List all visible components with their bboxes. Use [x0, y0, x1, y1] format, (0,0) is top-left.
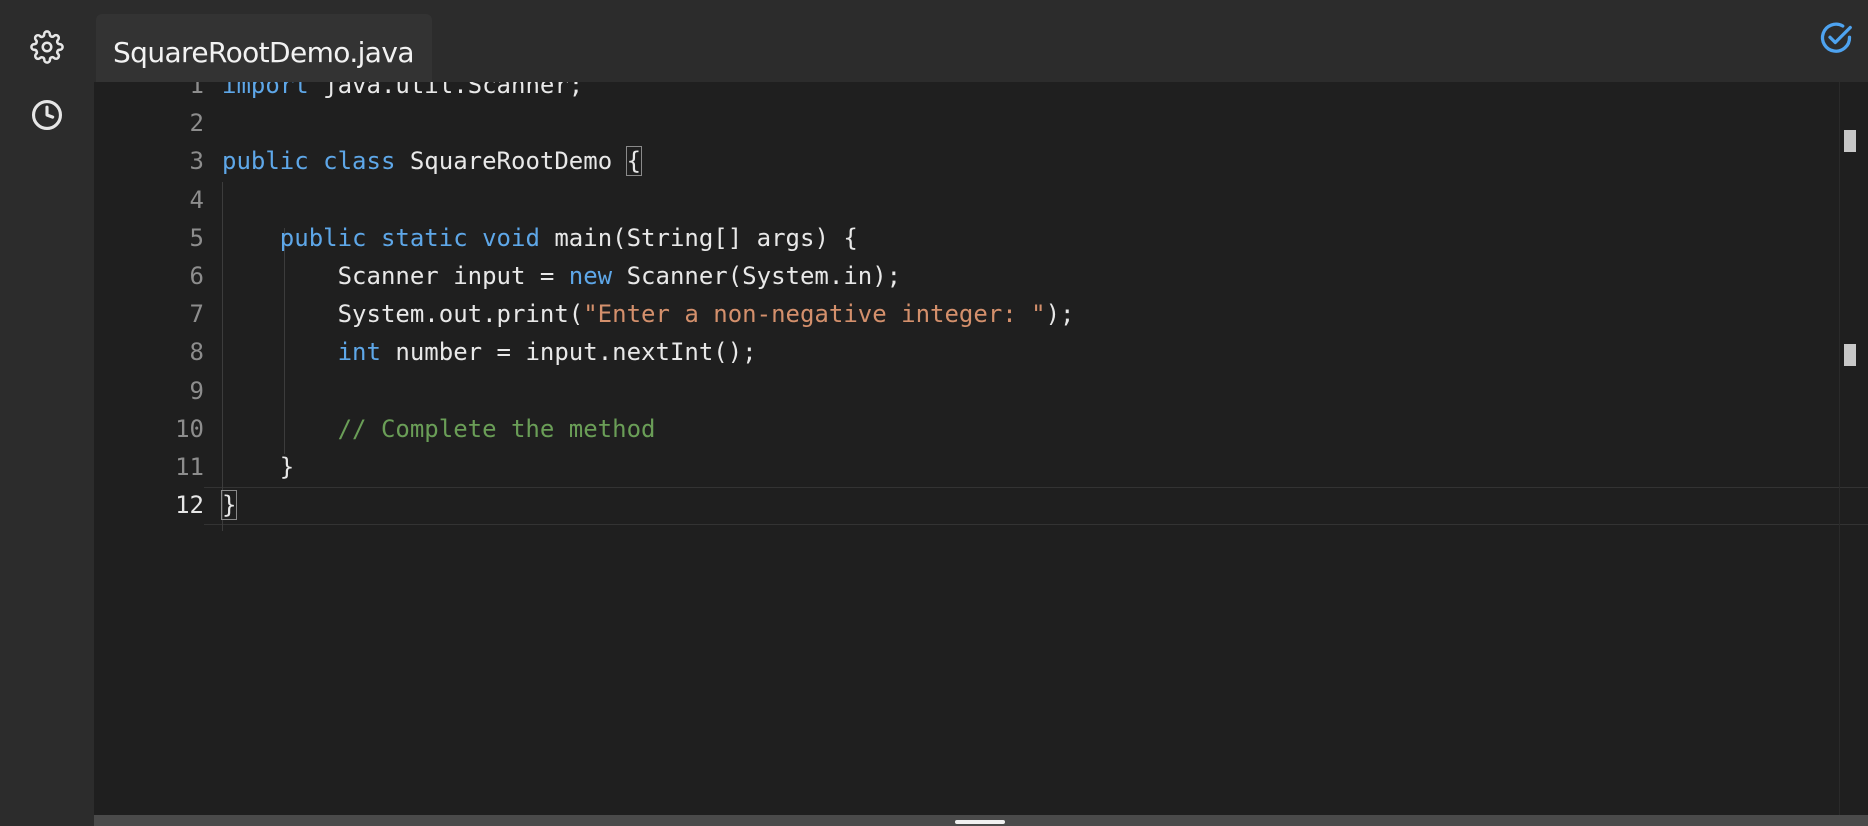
keyword-token: public — [222, 147, 309, 176]
code-token: System.out.print( — [222, 300, 584, 329]
keyword-token: public — [279, 223, 367, 252]
keyword-token: import — [222, 82, 309, 99]
code-line: } — [222, 448, 294, 486]
code-line: public static void main(String[] args) { — [222, 219, 858, 257]
tab-squarerootdemo-java[interactable]: SquareRootDemo.java — [96, 14, 432, 82]
code-token: main(String[] args) { — [539, 223, 858, 252]
gear-icon — [30, 30, 64, 64]
code-line: Scanner input = new Scanner(System.in); — [222, 257, 902, 295]
code-line: int number = input.nextInt(); — [222, 333, 757, 371]
line-number: 12 — [175, 491, 204, 520]
overview-ruler-mark — [1844, 130, 1856, 152]
code-line: } — [220, 486, 238, 524]
line-number: 10 — [175, 414, 204, 443]
check-button[interactable] — [1816, 18, 1856, 58]
string-token: "Enter a non-negative integer: " — [583, 300, 1046, 329]
code-line: // Complete the method — [222, 410, 656, 448]
settings-button[interactable] — [27, 27, 67, 67]
line-number: 5 — [189, 223, 204, 252]
code-token: } — [222, 453, 295, 481]
code-line: public class SquareRootDemo { — [222, 142, 643, 180]
clock-icon — [31, 99, 63, 131]
code-token: SquareRootDemo — [395, 147, 627, 176]
line-number: 6 — [189, 262, 204, 290]
comment-token: // Complete the method — [337, 414, 656, 443]
code-line: import java.util.Scanner; — [222, 82, 583, 104]
line-number: 4 — [189, 185, 204, 214]
keyword-token: static — [380, 223, 468, 252]
keyword-token: int — [337, 338, 381, 367]
line-number: 11 — [175, 453, 204, 481]
code-area[interactable]: import java.util.Scanner; public class Sq… — [220, 82, 1828, 815]
matched-bracket: } — [220, 490, 238, 521]
vertical-scrollbar[interactable] — [1839, 82, 1868, 815]
keyword-token: new — [568, 262, 613, 290]
matched-bracket: { — [625, 146, 643, 177]
code-token: Scanner(System.in); — [612, 262, 902, 290]
line-number: 7 — [189, 300, 204, 329]
keyword-token: class — [323, 147, 396, 176]
line-number: 3 — [189, 147, 204, 176]
activity-bar — [0, 0, 94, 826]
line-number: 2 — [189, 109, 204, 138]
tab-label: SquareRootDemo.java — [113, 35, 414, 69]
history-button[interactable] — [27, 95, 67, 135]
line-number: 9 — [189, 376, 204, 405]
code-token: java.util.Scanner; — [308, 82, 584, 99]
code-editor[interactable]: 1 2 3 4 5 6 7 8 9 10 11 12 import java.util.Scanner… — [94, 82, 1868, 815]
code-token: Scanner input = — [222, 262, 569, 290]
panel-resize-handle[interactable] — [955, 820, 1005, 824]
line-number: 1 — [189, 82, 204, 99]
line-number: 8 — [189, 338, 204, 367]
line-number-gutter: 1 2 3 4 5 6 7 8 9 10 11 12 — [94, 82, 204, 815]
overview-ruler-mark — [1844, 344, 1856, 366]
code-token: ); — [1045, 300, 1075, 329]
code-token: number = input.nextInt(); — [380, 338, 757, 367]
keyword-token: void — [482, 223, 540, 252]
code-line: System.out.print("Enter a non-negative i… — [222, 295, 1075, 333]
ide-window: SquareRootDemo.java 1 2 3 4 5 6 7 8 9 10 11 12 impo… — [0, 0, 1868, 826]
check-circle-icon — [1820, 22, 1852, 53]
tab-bar: SquareRootDemo.java — [94, 0, 1868, 82]
